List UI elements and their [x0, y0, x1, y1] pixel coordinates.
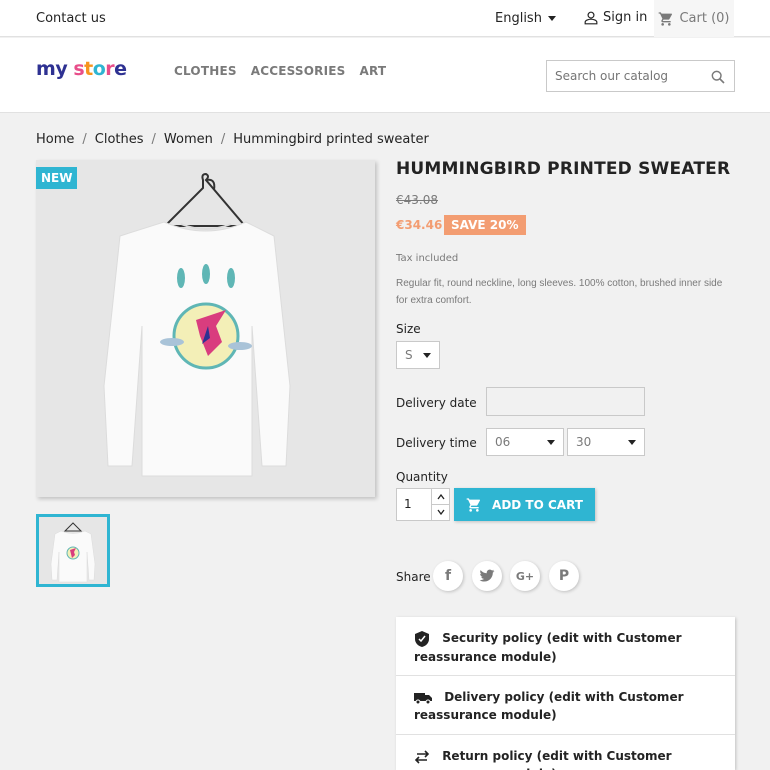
cart-label: Cart (0) [679, 11, 730, 26]
reassurance-security-text: Security policy (edit with Customer reas… [414, 631, 682, 664]
main-nav: CLOTHES ACCESSORIES ART [174, 64, 386, 78]
user-icon [584, 11, 598, 24]
language-label: English [495, 11, 542, 26]
logo-letter: s [73, 58, 85, 80]
reassurance-item-delivery: Delivery policy (edit with Customer reas… [396, 688, 735, 724]
header: my store CLOTHES ACCESSORIES ART [0, 38, 770, 113]
add-to-cart-button[interactable]: ADD TO CART [454, 488, 595, 521]
product-thumbnail[interactable] [36, 514, 110, 587]
nav-clothes[interactable]: CLOTHES [174, 64, 237, 78]
sign-in-link[interactable]: Sign in [584, 10, 647, 25]
reassurance-return-text: Return policy (edit with Customer reassu… [414, 749, 672, 770]
breadcrumb-separator: / [220, 132, 226, 147]
product-description: Regular fit, round neckline, long sleeve… [396, 278, 723, 306]
sign-in-label: Sign in [603, 10, 648, 25]
reassurance-divider [396, 734, 735, 735]
nav-art[interactable]: ART [360, 64, 387, 78]
pinterest-share-button[interactable]: P [549, 561, 579, 591]
add-to-cart-label: ADD TO CART [492, 497, 583, 512]
cart-icon [466, 497, 481, 512]
new-badge: NEW [36, 167, 78, 189]
hour-select[interactable]: 06 [486, 428, 564, 456]
reassurance-block: Security policy (edit with Customer reas… [396, 617, 735, 770]
minute-value: 30 [576, 435, 592, 449]
top-bar: Contact us English Sign in Cart (0) [0, 0, 770, 37]
breadcrumb: Home / Clothes / Women / Hummingbird pri… [36, 132, 429, 147]
pinterest-icon: P [558, 568, 570, 584]
reassurance-item-return: Return policy (edit with Customer reassu… [396, 747, 735, 770]
language-selector[interactable]: English [495, 11, 556, 26]
size-label: Size [396, 322, 421, 336]
delivery-time-label: Delivery time [396, 436, 477, 450]
chevron-down-icon [436, 509, 445, 515]
minute-select[interactable]: 30 [567, 428, 645, 456]
googleplus-share-button[interactable]: G+ [510, 561, 540, 591]
googleplus-icon: G+ [515, 569, 535, 583]
breadcrumb-clothes[interactable]: Clothes [95, 132, 144, 147]
reassurance-delivery-text: Delivery policy (edit with Customer reas… [414, 690, 684, 722]
increment-button[interactable] [432, 489, 449, 504]
delivery-date-label: Delivery date [396, 396, 477, 410]
breadcrumb-current: Hummingbird printed sweater [233, 132, 429, 147]
breadcrumb-home[interactable]: Home [36, 132, 74, 147]
truck-icon [414, 692, 432, 704]
facebook-share-button[interactable]: f [433, 561, 463, 591]
twitter-share-button[interactable] [472, 561, 502, 591]
search-icon[interactable] [710, 69, 726, 85]
shield-icon [415, 630, 429, 647]
tax-label: Tax included [396, 253, 459, 264]
store-logo[interactable]: my store [36, 58, 127, 80]
size-select[interactable]: S [396, 341, 440, 369]
current-price: €34.46 [396, 218, 443, 232]
breadcrumb-separator: / [151, 132, 156, 147]
breadcrumb-separator: / [82, 132, 87, 147]
sweater-image [103, 172, 291, 477]
contact-link[interactable]: Contact us [36, 11, 106, 26]
logo-letter: t [84, 58, 93, 80]
chevron-down-icon [547, 439, 555, 445]
delivery-date-input[interactable] [486, 387, 645, 416]
logo-letter: e [114, 58, 127, 80]
logo-letter: m [36, 58, 56, 80]
product-main-image[interactable] [36, 160, 375, 497]
cart-icon [659, 11, 673, 26]
logo-letter: o [92, 58, 106, 80]
twitter-icon [479, 569, 495, 582]
hour-value: 06 [495, 435, 511, 449]
nav-accessories[interactable]: ACCESSORIES [251, 64, 346, 78]
chevron-down-icon [547, 16, 556, 21]
cart-button[interactable]: Cart (0) [654, 0, 734, 37]
swap-arrows-icon [414, 749, 430, 764]
breadcrumb-women[interactable]: Women [164, 132, 213, 147]
regular-price: €43.08 [396, 193, 438, 207]
logo-letter: r [105, 58, 115, 80]
discount-badge: SAVE 20% [444, 215, 526, 235]
search-input[interactable] [547, 61, 697, 91]
chevron-down-icon [628, 439, 636, 445]
chevron-up-icon [436, 493, 445, 499]
reassurance-divider [396, 675, 735, 676]
reassurance-item-security: Security policy (edit with Customer reas… [396, 629, 735, 666]
facebook-icon: f [444, 568, 452, 584]
search-box [546, 60, 735, 92]
quantity-label: Quantity [396, 470, 448, 484]
quantity-stepper[interactable]: 1 [396, 488, 450, 521]
quantity-buttons [431, 489, 449, 520]
quantity-value[interactable]: 1 [404, 497, 412, 511]
chevron-down-icon [423, 352, 431, 358]
decrement-button[interactable] [432, 504, 449, 519]
sweater-thumbnail-image [50, 522, 96, 583]
size-value: S [405, 348, 413, 362]
share-label: Share [396, 570, 431, 584]
product-title: HUMMINGBIRD PRINTED SWEATER [396, 159, 731, 179]
logo-letter: y [55, 58, 68, 80]
